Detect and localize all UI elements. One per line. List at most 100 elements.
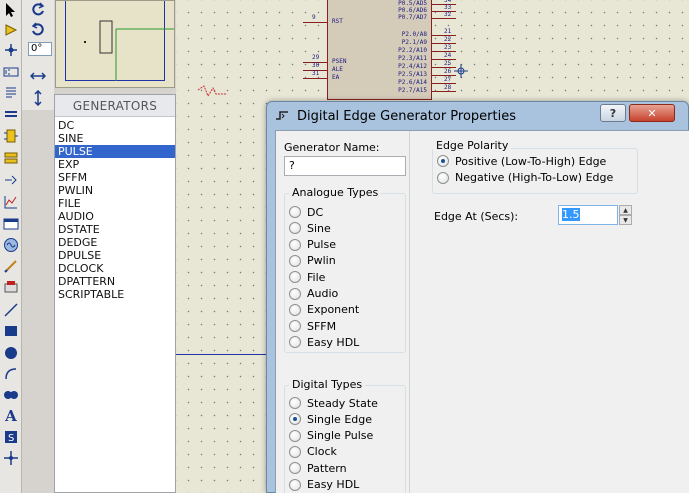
generator-item-dpulse[interactable]: DPULSE bbox=[55, 249, 175, 262]
analogue-type-radio[interactable] bbox=[289, 222, 301, 235]
analogue-type-radio[interactable] bbox=[289, 320, 301, 333]
chip-pin-number: 25 bbox=[444, 60, 452, 67]
generator-item-scriptable[interactable]: SCRIPTABLE bbox=[55, 288, 175, 301]
edge-polarity-radio[interactable] bbox=[437, 171, 449, 184]
generator-item-dedge[interactable]: DEDGE bbox=[55, 236, 175, 249]
generators-header: GENERATORS bbox=[55, 95, 175, 117]
spin-up-button[interactable]: ▲ bbox=[619, 205, 632, 215]
digital-type-radio[interactable] bbox=[289, 397, 301, 409]
rotation-angle-field[interactable]: 0° bbox=[28, 42, 52, 56]
generator-item-pulse[interactable]: PULSE bbox=[55, 145, 175, 158]
wire-label-icon[interactable] bbox=[1, 62, 21, 82]
digital-type-radio[interactable] bbox=[289, 413, 301, 426]
component-icon[interactable] bbox=[1, 20, 21, 40]
bus-icon[interactable] bbox=[1, 104, 21, 124]
generator-item-dstate[interactable]: DSTATE bbox=[55, 223, 175, 236]
digital-type-radio[interactable] bbox=[289, 445, 301, 458]
chip-pin-number: 22 bbox=[444, 36, 452, 43]
analogue-type-option[interactable]: Easy HDL bbox=[289, 335, 359, 349]
generators-panel: GENERATORS DC SINE PULSE EXP SFFM PWLIN FILE AU… bbox=[54, 94, 176, 493]
analogue-type-option[interactable]: Pulse bbox=[289, 238, 336, 252]
analogue-type-radio[interactable] bbox=[289, 254, 301, 267]
analogue-type-radio[interactable] bbox=[289, 238, 301, 251]
line-icon[interactable] bbox=[1, 300, 21, 320]
graph-icon[interactable] bbox=[1, 192, 21, 212]
analogue-type-option[interactable]: Sine bbox=[289, 221, 331, 235]
generator-item-file[interactable]: FILE bbox=[55, 197, 175, 210]
analogue-type-radio[interactable] bbox=[289, 271, 301, 284]
junction-icon[interactable] bbox=[1, 40, 21, 60]
path-icon[interactable] bbox=[1, 385, 21, 405]
chip-pin-number: 24 bbox=[444, 52, 452, 59]
generator-item-pwlin[interactable]: PWLIN bbox=[55, 184, 175, 197]
generator-item-dc[interactable]: DC bbox=[55, 119, 175, 132]
tape-recorder-icon[interactable] bbox=[1, 214, 21, 234]
digital-type-option[interactable]: Single Pulse bbox=[289, 429, 373, 443]
analogue-type-radio[interactable] bbox=[289, 206, 301, 218]
edge-at-field[interactable]: 1.5 bbox=[558, 205, 618, 225]
digital-type-option[interactable]: Single Edge bbox=[289, 412, 372, 426]
symbol-icon[interactable]: S bbox=[1, 427, 21, 447]
digital-type-label: Clock bbox=[307, 445, 337, 459]
analogue-type-radio[interactable] bbox=[289, 336, 301, 349]
digital-type-option[interactable]: Clock bbox=[289, 445, 337, 459]
generator-item-dclock[interactable]: DCLOCK bbox=[55, 262, 175, 275]
generator-item-sine[interactable]: SINE bbox=[55, 132, 175, 145]
terminal-icon[interactable] bbox=[1, 148, 21, 168]
analogue-type-radio[interactable] bbox=[289, 287, 301, 300]
edge-polarity-radio[interactable] bbox=[437, 155, 449, 167]
edge-at-value: 1.5 bbox=[562, 208, 580, 221]
generators-list[interactable]: DC SINE PULSE EXP SFFM PWLIN FILE AUDIO DSTATE DE… bbox=[55, 117, 175, 301]
digital-type-option[interactable]: Easy HDL bbox=[289, 478, 359, 492]
generator-name-field[interactable]: ? bbox=[284, 156, 406, 176]
dialog-titlebar[interactable]: Digital Edge Generator Properties ? ✕ bbox=[267, 102, 688, 130]
microcontroller-chip[interactable]: RST PSEN ALE EA P0.5/AD5 P0.6/AD6 P0.7/AD7 P2.0… bbox=[327, 0, 432, 100]
analogue-type-label: Sine bbox=[307, 221, 331, 235]
device-pin-icon[interactable] bbox=[1, 170, 21, 190]
analogue-type-option[interactable]: SFFM bbox=[289, 319, 336, 333]
text-icon[interactable]: A bbox=[1, 406, 21, 426]
digital-type-radio[interactable] bbox=[289, 429, 301, 442]
analogue-type-option[interactable]: Audio bbox=[289, 287, 338, 301]
voltage-probe-icon[interactable] bbox=[1, 256, 21, 276]
rotate-anticlockwise-icon[interactable] bbox=[28, 20, 48, 40]
help-button[interactable]: ? bbox=[600, 104, 626, 122]
text-script-icon[interactable] bbox=[1, 82, 21, 102]
selection-icon[interactable] bbox=[1, 0, 21, 20]
analogue-type-option[interactable]: DC bbox=[289, 205, 323, 219]
analogue-type-label: File bbox=[307, 270, 326, 284]
analogue-type-option[interactable]: File bbox=[289, 270, 325, 284]
circle-icon[interactable] bbox=[1, 343, 21, 363]
overview-window[interactable] bbox=[55, 0, 175, 88]
generator-icon[interactable] bbox=[1, 235, 21, 255]
generator-item-audio[interactable]: AUDIO bbox=[55, 210, 175, 223]
generator-symbol[interactable] bbox=[196, 84, 236, 104]
generator-item-exp[interactable]: EXP bbox=[55, 158, 175, 171]
digital-type-radio[interactable] bbox=[289, 478, 301, 491]
generator-item-dpattern[interactable]: DPATTERN bbox=[55, 275, 175, 288]
edge-polarity-option[interactable]: Negative (High-To-Low) Edge bbox=[437, 171, 613, 185]
arc-icon[interactable] bbox=[1, 364, 21, 384]
analogue-type-option[interactable]: Pwlin bbox=[289, 254, 336, 268]
close-button[interactable]: ✕ bbox=[629, 104, 675, 122]
digital-type-radio[interactable] bbox=[289, 462, 301, 475]
analogue-type-option[interactable]: Exponent bbox=[289, 303, 359, 317]
subcircuit-icon[interactable] bbox=[1, 126, 21, 146]
mirror-vertical-icon[interactable] bbox=[28, 88, 48, 108]
box-icon[interactable] bbox=[1, 321, 21, 341]
mirror-horizontal-icon[interactable] bbox=[28, 66, 48, 86]
edge-polarity-option[interactable]: Positive (Low-To-High) Edge bbox=[437, 154, 606, 168]
chip-pin-line bbox=[303, 22, 327, 23]
digital-type-option[interactable]: Pattern bbox=[289, 461, 347, 475]
rotate-clockwise-icon[interactable] bbox=[28, 0, 48, 20]
analogue-type-radio[interactable] bbox=[289, 303, 301, 316]
spin-down-button[interactable]: ▼ bbox=[619, 215, 632, 225]
digital-type-option[interactable]: Steady State bbox=[289, 396, 378, 410]
generator-item-sffm[interactable]: SFFM bbox=[55, 171, 175, 184]
chip-pin-number: 28 bbox=[444, 84, 452, 91]
generator-title-icon bbox=[276, 111, 288, 120]
edge-polarity-label: Negative (High-To-Low) Edge bbox=[455, 171, 614, 184]
edge-polarity-title: Edge Polarity bbox=[433, 139, 512, 152]
current-probe-icon[interactable] bbox=[1, 277, 21, 297]
marker-icon[interactable] bbox=[1, 448, 21, 468]
